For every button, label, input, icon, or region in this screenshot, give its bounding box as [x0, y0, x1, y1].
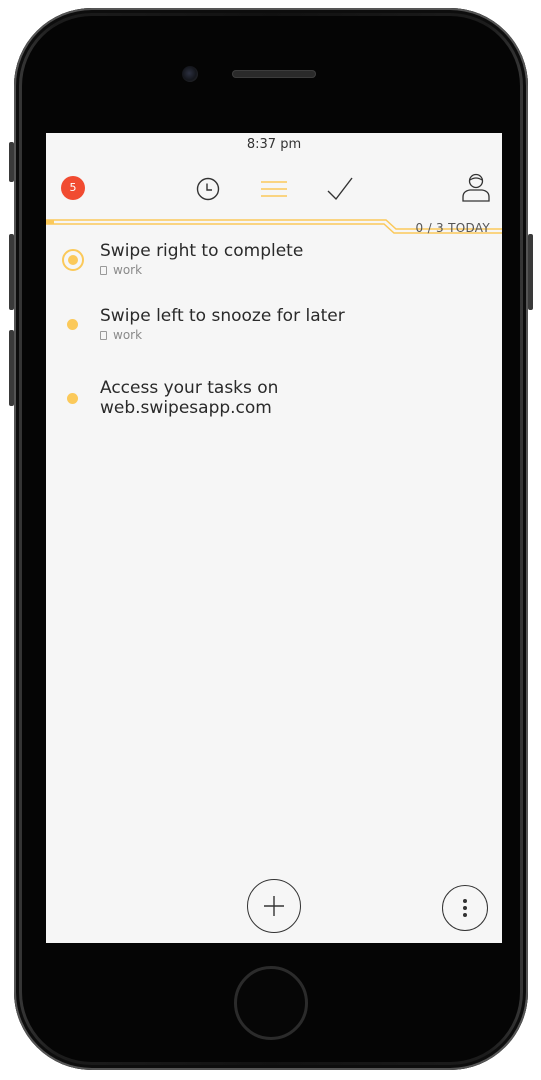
profile-icon[interactable] — [460, 171, 492, 203]
task-dot[interactable] — [67, 393, 78, 404]
add-task-button[interactable] — [247, 879, 301, 933]
task-tag: work — [100, 328, 142, 342]
mute-switch — [9, 142, 14, 182]
front-camera — [182, 66, 198, 82]
power-button — [528, 234, 533, 310]
more-options-button[interactable] — [442, 885, 488, 931]
check-icon[interactable] — [326, 175, 354, 203]
task-title: Swipe right to complete — [100, 241, 304, 261]
task-dot[interactable] — [67, 319, 78, 330]
notification-badge[interactable]: 5 — [61, 176, 85, 200]
task-selected-indicator[interactable] — [62, 249, 84, 271]
clock-icon[interactable] — [194, 175, 222, 203]
list-item[interactable]: Swipe right to complete work — [46, 241, 502, 285]
task-tag-label: work — [113, 263, 143, 277]
task-tag-label: work — [113, 328, 143, 342]
home-button[interactable] — [234, 966, 308, 1040]
list-icon[interactable] — [260, 175, 288, 203]
task-tag: work — [100, 263, 142, 277]
list-item[interactable]: Swipe left to snooze for later work — [46, 306, 502, 350]
more-vertical-icon — [462, 898, 467, 917]
tag-icon — [100, 266, 107, 275]
app-screen: 8:37 pm 5 0 / 3 TODAY Swipe right to com… — [46, 133, 502, 943]
volume-up-button — [9, 234, 14, 310]
tag-icon — [100, 331, 107, 340]
status-time: 8:37 pm — [246, 137, 302, 152]
plus-icon — [263, 895, 284, 916]
task-title: Swipe left to snooze for later — [100, 306, 345, 326]
earpiece-speaker — [232, 70, 316, 78]
task-title: Access your tasks on web.swipesapp.com — [100, 378, 279, 418]
volume-down-button — [9, 330, 14, 406]
list-item[interactable]: Access your tasks on web.swipesapp.com — [46, 378, 502, 422]
progress-label: 0 / 3 TODAY — [415, 221, 490, 235]
